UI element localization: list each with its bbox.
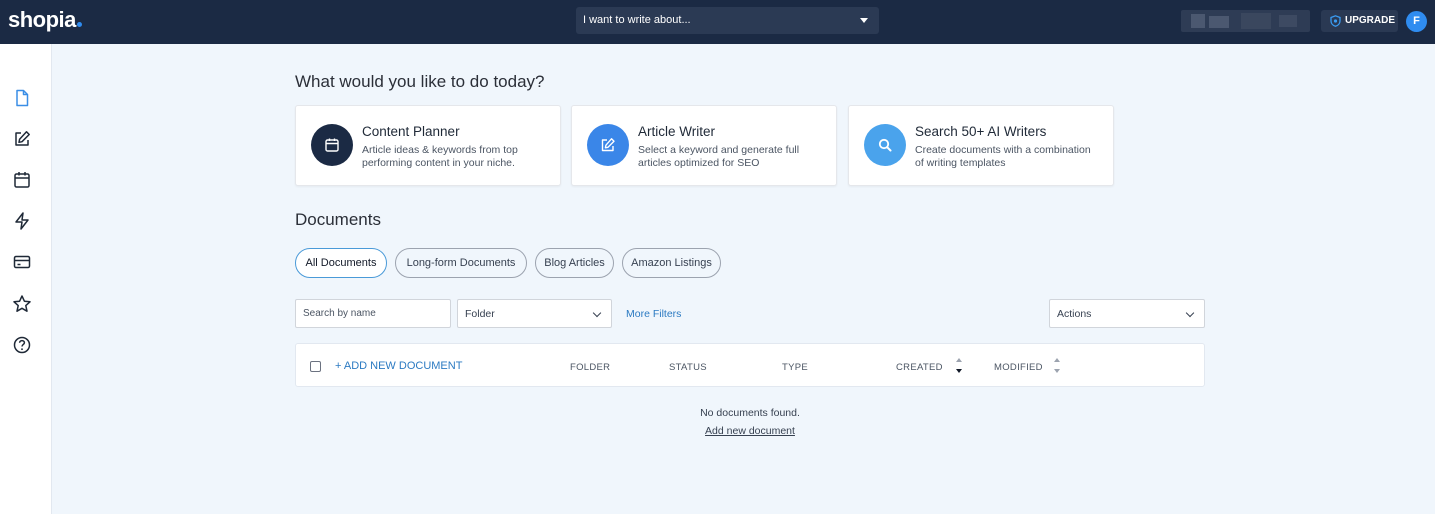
add-new-document-link-wrap: Add new document bbox=[295, 425, 1205, 437]
document-icon[interactable] bbox=[12, 88, 32, 108]
add-new-document-button[interactable]: + ADD NEW DOCUMENT bbox=[335, 360, 462, 372]
column-header-type[interactable]: TYPE bbox=[782, 362, 808, 373]
chevron-down-icon bbox=[1185, 308, 1195, 318]
card-title: Search 50+ AI Writers bbox=[915, 124, 1047, 139]
select-all-checkbox[interactable] bbox=[310, 361, 321, 372]
documents-title: Documents bbox=[295, 210, 381, 229]
upgrade-button[interactable]: UPGRADE bbox=[1321, 10, 1398, 32]
column-header-folder[interactable]: FOLDER bbox=[570, 362, 610, 373]
help-icon[interactable] bbox=[12, 335, 32, 355]
upgrade-label: UPGRADE bbox=[1345, 15, 1396, 26]
sort-created-icon[interactable] bbox=[956, 358, 964, 376]
documents-table-header: + ADD NEW DOCUMENT FOLDER STATUS TYPE CR… bbox=[295, 343, 1205, 387]
tab-all-documents[interactable]: All Documents bbox=[295, 248, 387, 278]
chevron-down-icon bbox=[592, 308, 602, 318]
top-bar: shopia I want to write about... UPGRADE … bbox=[0, 0, 1435, 44]
redacted-account-info bbox=[1181, 10, 1310, 32]
edit-icon bbox=[601, 138, 615, 152]
card-title: Content Planner bbox=[362, 124, 460, 139]
add-new-document-link[interactable]: Add new document bbox=[705, 425, 795, 437]
folder-select[interactable]: Folder bbox=[457, 299, 612, 328]
card-icon-circle bbox=[311, 124, 353, 166]
caret-down-icon bbox=[860, 18, 868, 23]
card-title: Article Writer bbox=[638, 124, 716, 139]
card-icon-circle bbox=[587, 124, 629, 166]
actions-select[interactable]: Actions bbox=[1049, 299, 1205, 328]
tab-blog-articles[interactable]: Blog Articles bbox=[535, 248, 614, 278]
search-ai-writers-card[interactable]: Search 50+ AI Writers Create documents w… bbox=[848, 105, 1114, 186]
credit-card-icon[interactable] bbox=[12, 252, 32, 272]
empty-state-message: No documents found. bbox=[700, 407, 800, 419]
more-filters-link[interactable]: More Filters bbox=[626, 308, 681, 320]
star-icon[interactable] bbox=[12, 294, 32, 314]
card-description: Create documents with a combination of w… bbox=[915, 144, 1091, 169]
card-description: Select a keyword and generate full artic… bbox=[638, 144, 800, 169]
logo[interactable]: shopia bbox=[8, 7, 82, 33]
page-heading: What would you like to do today? bbox=[295, 72, 545, 91]
column-header-created[interactable]: CREATED bbox=[896, 362, 943, 373]
tab-long-form-documents[interactable]: Long-form Documents bbox=[395, 248, 527, 278]
write-about-select[interactable]: I want to write about... bbox=[576, 7, 879, 34]
card-description: Article ideas & keywords from top perfor… bbox=[362, 144, 518, 169]
article-writer-card[interactable]: Article Writer Select a keyword and gene… bbox=[571, 105, 837, 186]
sidebar bbox=[0, 44, 52, 514]
logo-dot bbox=[76, 22, 82, 27]
actions-select-value: Actions bbox=[1057, 308, 1092, 320]
content-planner-card[interactable]: Content Planner Article ideas & keywords… bbox=[295, 105, 561, 186]
edit-icon[interactable] bbox=[12, 129, 32, 149]
sort-modified-icon[interactable] bbox=[1054, 358, 1062, 376]
calendar-icon bbox=[325, 138, 339, 152]
card-icon-circle bbox=[864, 124, 906, 166]
search-input[interactable] bbox=[295, 299, 451, 328]
column-header-status[interactable]: STATUS bbox=[669, 362, 707, 373]
calendar-icon[interactable] bbox=[12, 170, 32, 190]
tab-amazon-listings[interactable]: Amazon Listings bbox=[622, 248, 721, 278]
search-icon bbox=[878, 138, 892, 152]
shield-icon bbox=[1330, 15, 1341, 27]
logo-text: shopia bbox=[8, 7, 76, 32]
avatar[interactable]: F bbox=[1406, 11, 1427, 32]
folder-select-value: Folder bbox=[465, 308, 495, 320]
column-header-modified[interactable]: MODIFIED bbox=[994, 362, 1043, 373]
write-about-value: I want to write about... bbox=[583, 14, 691, 26]
lightning-icon[interactable] bbox=[12, 211, 32, 231]
